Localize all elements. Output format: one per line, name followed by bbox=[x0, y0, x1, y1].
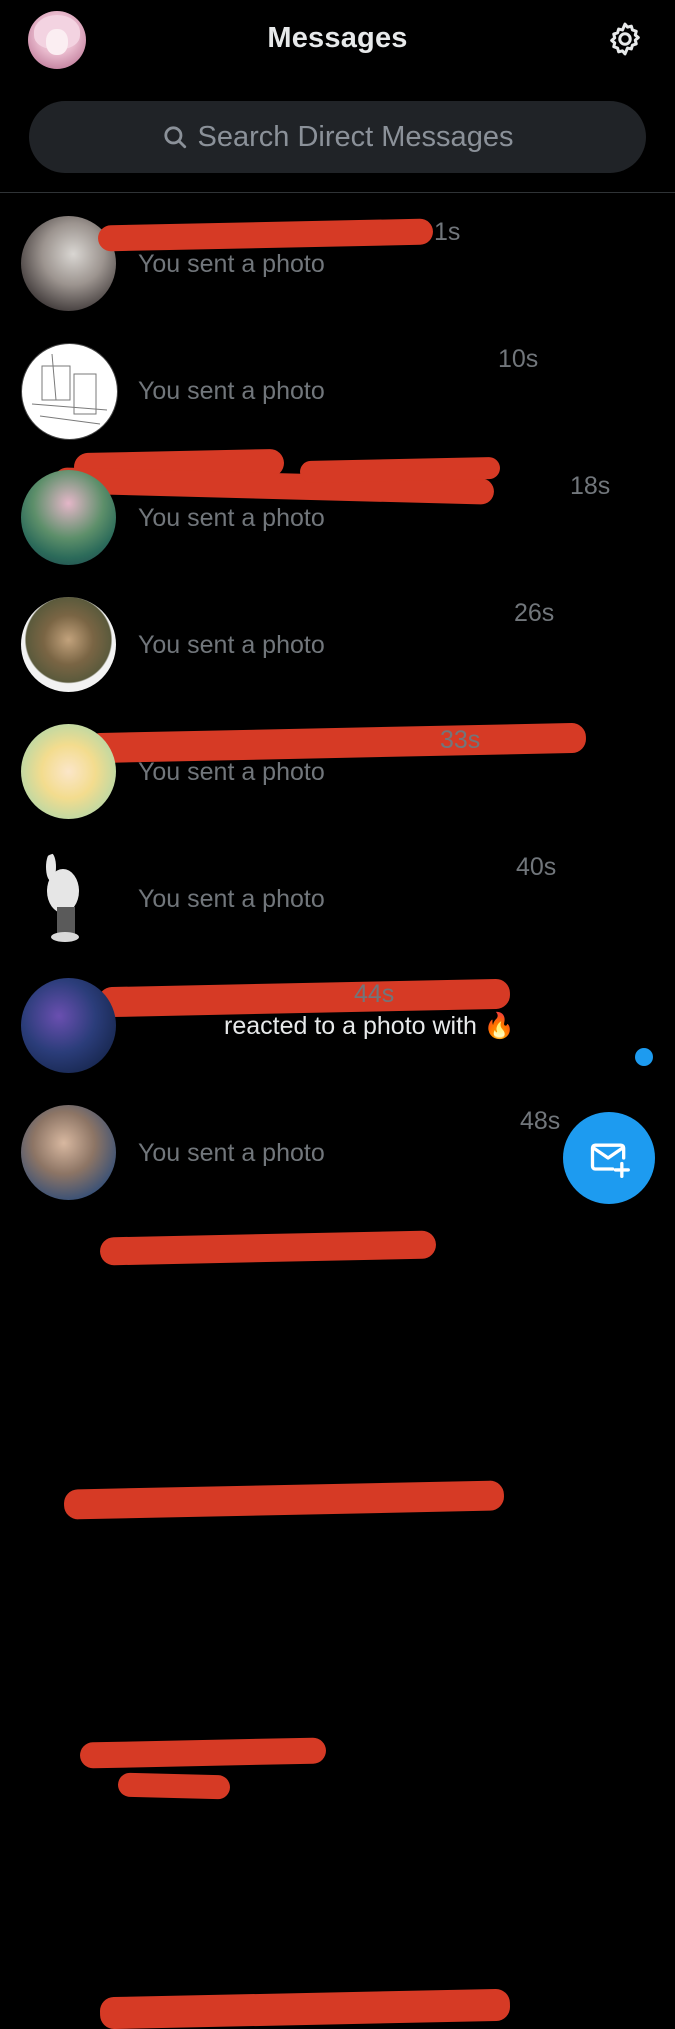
message-preview: You sent a photo bbox=[138, 250, 325, 278]
header-divider bbox=[0, 192, 675, 193]
conversation-header: 18s bbox=[138, 472, 611, 502]
conversation-row[interactable]: 40s You sent a photo bbox=[0, 835, 675, 1520]
conversation-list: 1s You sent a photo 10s You sent a photo… bbox=[0, 200, 675, 2029]
conversation-row[interactable]: 10s You sent a photo bbox=[0, 327, 675, 505]
message-preview: You sent a photo bbox=[138, 885, 325, 913]
conversation-row[interactable]: 18s You sent a photo bbox=[0, 454, 675, 764]
message-preview: reacted to a photo with 🔥 bbox=[224, 1012, 516, 1040]
timestamp: 48s bbox=[520, 1107, 561, 1135]
settings-button[interactable] bbox=[604, 18, 646, 60]
avatar bbox=[21, 343, 118, 440]
avatar bbox=[21, 1105, 116, 1200]
redaction-mark bbox=[117, 1772, 231, 1800]
message-preview: You sent a photo bbox=[138, 377, 325, 405]
sketch-avatar-lines bbox=[31, 353, 108, 425]
message-preview: You sent a photo bbox=[138, 504, 325, 532]
top-bar: Messages bbox=[0, 0, 675, 80]
message-preview: You sent a photo bbox=[138, 1139, 325, 1167]
redaction-mark bbox=[63, 1480, 505, 1520]
avatar bbox=[21, 851, 116, 946]
search-icon bbox=[163, 126, 186, 149]
redaction-mark bbox=[99, 1988, 511, 2029]
search-input[interactable]: Search Direct Messages bbox=[29, 101, 646, 173]
avatar bbox=[21, 597, 116, 692]
timestamp: 18s bbox=[570, 472, 611, 500]
timestamp: 40s bbox=[516, 853, 557, 881]
conversation-header: 10s bbox=[138, 345, 608, 375]
timestamp: 1s bbox=[434, 218, 461, 246]
timestamp: 26s bbox=[514, 599, 555, 627]
unread-indicator bbox=[635, 1048, 653, 1066]
timestamp: 44s bbox=[354, 980, 395, 1008]
message-preview: You sent a photo bbox=[138, 631, 325, 659]
character-avatar-shape bbox=[46, 853, 79, 942]
conversation-row[interactable]: 44s reacted to a photo with 🔥 bbox=[0, 962, 675, 1800]
avatar bbox=[21, 470, 116, 565]
conversation-row[interactable]: 26s You sent a photo bbox=[0, 581, 675, 1018]
conversation-header: 44s bbox=[138, 980, 608, 1010]
timestamp: 10s bbox=[498, 345, 539, 373]
new-message-button[interactable] bbox=[563, 1112, 655, 1204]
conversation-header: 40s bbox=[138, 853, 608, 883]
page-title: Messages bbox=[267, 22, 408, 54]
search-placeholder: Search Direct Messages bbox=[197, 120, 514, 153]
conversation-header: 48s bbox=[138, 1107, 608, 1137]
avatar bbox=[21, 724, 116, 819]
conversation-header: 33s bbox=[138, 726, 608, 756]
timestamp: 33s bbox=[440, 726, 481, 754]
conversation-row[interactable]: 1s You sent a photo bbox=[0, 200, 675, 327]
message-preview: You sent a photo bbox=[138, 758, 325, 786]
gear-icon bbox=[610, 22, 640, 56]
redaction-mark bbox=[99, 1230, 437, 1266]
conversation-row[interactable]: 33s You sent a photo bbox=[0, 708, 675, 1266]
redaction-mark bbox=[79, 1737, 327, 1769]
avatar bbox=[21, 978, 116, 1073]
new-message-icon bbox=[590, 1143, 630, 1178]
conversation-header: 26s bbox=[138, 599, 608, 629]
